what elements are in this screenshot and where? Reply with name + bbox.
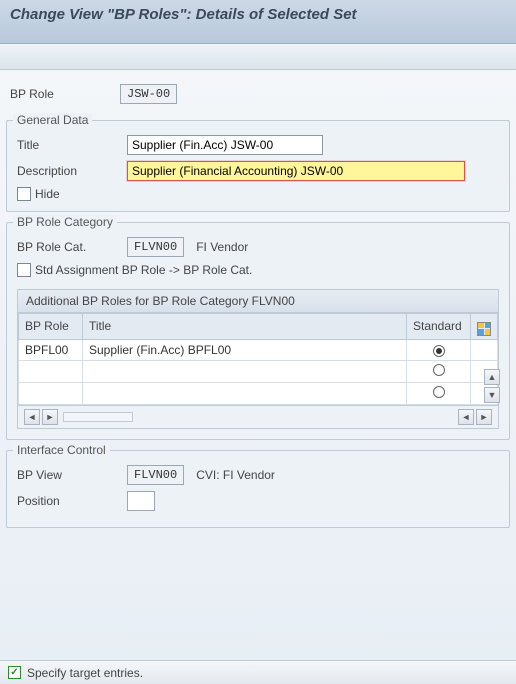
position-label: Position xyxy=(17,494,127,508)
scroll-track[interactable] xyxy=(63,412,133,422)
scroll-left-icon[interactable]: ◄ xyxy=(24,409,40,425)
cell-standard[interactable] xyxy=(407,339,471,360)
scroll-right-icon[interactable]: ► xyxy=(42,409,58,425)
interface-control-group: Interface Control BP View FLVN00 CVI: FI… xyxy=(6,450,510,528)
additional-roles-title: Additional BP Roles for BP Role Category… xyxy=(18,290,498,313)
col-standard[interactable]: Standard xyxy=(407,314,471,340)
radio-icon[interactable] xyxy=(433,386,445,398)
table-row[interactable] xyxy=(19,360,498,382)
bp-role-category-legend: BP Role Category xyxy=(13,215,117,229)
title-row: Title xyxy=(17,135,499,155)
description-row: Description xyxy=(17,161,499,181)
cell-bp-role[interactable] xyxy=(19,360,83,382)
hide-row: Hide xyxy=(17,187,499,201)
description-label: Description xyxy=(17,164,127,178)
position-row: Position xyxy=(17,491,499,511)
scroll-up-icon[interactable]: ▲ xyxy=(484,369,500,385)
titlebar: Change View "BP Roles": Details of Selec… xyxy=(0,0,516,44)
status-message: Specify target entries. xyxy=(27,666,143,680)
scroll-right-icon[interactable]: ► xyxy=(476,409,492,425)
additional-roles-group: Additional BP Roles for BP Role Category… xyxy=(17,289,499,429)
table-settings-icon[interactable] xyxy=(477,322,491,336)
bp-role-category-group: BP Role Category BP Role Cat. FLVN00 FI … xyxy=(6,222,510,440)
cell-title[interactable] xyxy=(83,360,407,382)
interface-control-legend: Interface Control xyxy=(13,443,110,457)
bp-view-label: BP View xyxy=(17,468,127,482)
std-assignment-row: Std Assignment BP Role -> BP Role Cat. xyxy=(17,263,499,277)
scroll-left-icon[interactable]: ◄ xyxy=(458,409,474,425)
bp-view-row: BP View FLVN00 CVI: FI Vendor xyxy=(17,465,499,485)
description-label-text: Description xyxy=(17,164,77,178)
bp-role-value: JSW-00 xyxy=(120,84,177,104)
additional-roles-table: BP Role Title Standard BPFL00 Supplier (… xyxy=(18,313,498,405)
radio-icon[interactable] xyxy=(433,364,445,376)
hide-label: Hide xyxy=(35,187,60,201)
radio-selected-icon[interactable] xyxy=(433,345,445,357)
bp-role-cat-row: BP Role Cat. FLVN00 FI Vendor xyxy=(17,237,499,257)
bp-role-row: BP Role JSW-00 xyxy=(0,70,516,118)
cell-standard[interactable] xyxy=(407,360,471,382)
cell-standard[interactable] xyxy=(407,382,471,404)
status-bar: ✓ Specify target entries. xyxy=(0,660,516,684)
hide-checkbox[interactable] xyxy=(17,187,31,201)
table-vertical-scroll: ▲ ▼ xyxy=(482,337,498,405)
status-check-icon: ✓ xyxy=(8,666,21,679)
scroll-down-icon[interactable]: ▼ xyxy=(484,387,500,403)
bp-view-value: FLVN00 xyxy=(127,465,184,485)
general-data-legend: General Data xyxy=(13,113,92,127)
cell-title[interactable] xyxy=(83,382,407,404)
bp-view-text: CVI: FI Vendor xyxy=(196,468,275,482)
bp-role-cat-text: FI Vendor xyxy=(196,240,248,254)
title-input[interactable] xyxy=(127,135,323,155)
cell-title[interactable]: Supplier (Fin.Acc) BPFL00 xyxy=(83,339,407,360)
description-input[interactable] xyxy=(127,161,465,181)
additional-roles-table-wrap: BP Role Title Standard BPFL00 Supplier (… xyxy=(18,313,498,405)
table-row[interactable] xyxy=(19,382,498,404)
col-title[interactable]: Title xyxy=(83,314,407,340)
page-title: Change View "BP Roles": Details of Selec… xyxy=(10,6,506,23)
general-data-group: General Data Title Description Hide xyxy=(6,120,510,212)
cell-bp-role[interactable]: BPFL00 xyxy=(19,339,83,360)
cell-bp-role[interactable] xyxy=(19,382,83,404)
std-assignment-checkbox[interactable] xyxy=(17,263,31,277)
position-input[interactable] xyxy=(127,491,155,511)
title-label: Title xyxy=(17,138,127,152)
application-toolbar xyxy=(0,44,516,70)
table-footer: ◄ ► ◄ ► xyxy=(18,405,498,428)
std-assignment-label: Std Assignment BP Role -> BP Role Cat. xyxy=(35,263,252,277)
table-row[interactable]: BPFL00 Supplier (Fin.Acc) BPFL00 xyxy=(19,339,498,360)
col-configure[interactable] xyxy=(471,314,498,340)
bp-role-cat-label: BP Role Cat. xyxy=(17,240,127,254)
bp-role-label: BP Role xyxy=(10,87,120,101)
col-bp-role[interactable]: BP Role xyxy=(19,314,83,340)
bp-role-cat-value: FLVN00 xyxy=(127,237,184,257)
table-header-row: BP Role Title Standard xyxy=(19,314,498,340)
